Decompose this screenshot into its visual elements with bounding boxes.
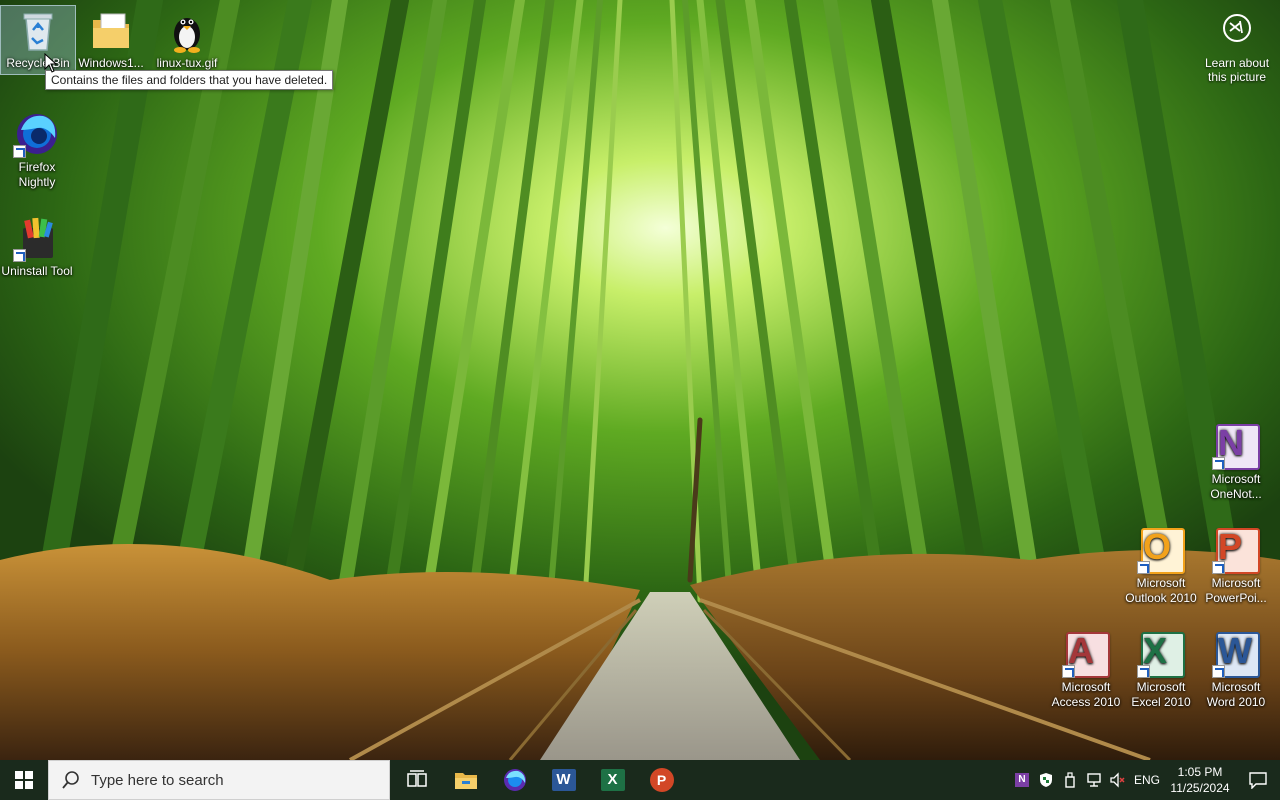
firefox-icon xyxy=(503,769,526,791)
folder-icon xyxy=(87,6,135,54)
network-icon xyxy=(1087,773,1101,787)
powerpoint-letter: P xyxy=(656,772,667,788)
action-center-button[interactable] xyxy=(1236,760,1280,800)
desktop-icon-uninstall-tool[interactable]: Uninstall Tool xyxy=(0,214,74,279)
shortcut-arrow-icon xyxy=(1062,665,1075,678)
notification-icon xyxy=(1249,772,1267,789)
shield-icon xyxy=(1040,773,1052,787)
excel-icon: X xyxy=(1137,630,1185,678)
mouse-cursor-icon xyxy=(44,52,58,73)
usb-device-icon xyxy=(1065,772,1075,788)
volume-muted-icon xyxy=(1110,772,1125,788)
desktop-icon-outlook[interactable]: O Microsoft Outlook 2010 xyxy=(1124,526,1198,606)
excel-icon: X xyxy=(600,769,625,791)
powerpoint-icon: P xyxy=(649,768,674,792)
word-icon: W xyxy=(1212,630,1260,678)
shortcut-arrow-icon xyxy=(13,249,26,262)
camera-icon xyxy=(1223,14,1251,42)
desktop-icon-linux-tux[interactable]: linux-tux.gif xyxy=(150,6,224,71)
file-explorer-icon xyxy=(454,773,477,789)
word-icon: W xyxy=(551,769,576,791)
tray-usb[interactable] xyxy=(1058,760,1082,800)
task-view-icon xyxy=(406,770,427,787)
tray-security[interactable] xyxy=(1034,760,1058,800)
taskbar-file-explorer[interactable] xyxy=(441,760,490,800)
powerpoint-icon: P xyxy=(1212,526,1260,574)
taskbar: W X P N xyxy=(0,760,1280,800)
desktop-icon-excel[interactable]: X Microsoft Excel 2010 xyxy=(1124,630,1198,710)
system-tray: N ENG 1:05 PM 11/25/2024 xyxy=(1010,760,1280,800)
desktop-icon-label: Uninstall Tool xyxy=(1,264,73,278)
shortcut-arrow-icon xyxy=(1137,665,1150,678)
onenote-icon: N xyxy=(1015,773,1029,787)
clock-time: 1:05 PM xyxy=(1177,765,1223,779)
shortcut-arrow-icon xyxy=(1212,561,1225,574)
desktop-icon-label: Microsoft OneNot... xyxy=(1210,472,1262,501)
language-indicator[interactable]: ENG xyxy=(1130,773,1164,787)
outlook-icon: O xyxy=(1137,526,1185,574)
desktop-icon-label: linux-tux.gif xyxy=(156,56,218,70)
shortcut-arrow-icon xyxy=(1212,457,1225,470)
uninstall-tool-icon xyxy=(13,214,61,262)
desktop-icon-label: Recycle Bin xyxy=(6,56,70,70)
taskbar-powerpoint[interactable]: P xyxy=(637,760,686,800)
tray-onenote[interactable]: N xyxy=(1010,760,1034,800)
clock-date: 11/25/2024 xyxy=(1170,781,1230,795)
start-button[interactable] xyxy=(0,760,48,800)
tray-network[interactable] xyxy=(1082,760,1106,800)
task-view-button[interactable] xyxy=(392,760,441,800)
access-icon: A xyxy=(1062,630,1110,678)
shortcut-arrow-icon xyxy=(1212,665,1225,678)
desktop-icon-windows-folder[interactable]: Windows1... xyxy=(74,6,148,71)
desktop-icon-recycle-bin[interactable]: Recycle Bin xyxy=(0,5,76,75)
desktop-icon-label: Microsoft PowerPoi... xyxy=(1205,576,1267,605)
desktop-icon-label: Microsoft Outlook 2010 xyxy=(1125,576,1197,605)
excel-letter: X xyxy=(607,771,618,788)
search-input[interactable] xyxy=(89,770,373,790)
penguin-icon xyxy=(163,6,211,54)
desktop-icon-label: Windows1... xyxy=(78,56,144,70)
firefox-nightly-icon xyxy=(13,110,61,158)
onenote-icon: N xyxy=(1212,422,1260,470)
recycle-bin-tooltip: Contains the files and folders that you … xyxy=(45,70,334,90)
learn-about-picture-label: Learn about this picture xyxy=(1204,56,1270,84)
tray-volume[interactable] xyxy=(1106,760,1130,800)
desktop-icon-label: Microsoft Word 2010 xyxy=(1206,680,1266,709)
recycle-bin-icon xyxy=(14,6,62,54)
learn-about-picture[interactable]: Learn about this picture xyxy=(1198,14,1276,84)
desktop-icon-firefox-nightly[interactable]: Firefox Nightly xyxy=(0,110,74,190)
shortcut-arrow-icon xyxy=(13,145,26,158)
windows-logo-icon xyxy=(15,771,33,789)
shortcut-arrow-icon xyxy=(1137,561,1150,574)
word-letter: W xyxy=(556,771,571,788)
taskbar-excel[interactable]: X xyxy=(588,760,637,800)
desktop-icon-label: Microsoft Excel 2010 xyxy=(1131,680,1191,709)
desktop-icon-access[interactable]: A Microsoft Access 2010 xyxy=(1049,630,1123,710)
desktop-icon-word[interactable]: W Microsoft Word 2010 xyxy=(1199,630,1273,710)
desktop-icon-label: Firefox Nightly xyxy=(18,160,56,189)
desktop-icon-powerpoint[interactable]: P Microsoft PowerPoi... xyxy=(1199,526,1273,606)
taskbar-search-box[interactable] xyxy=(48,760,390,800)
clock[interactable]: 1:05 PM 11/25/2024 xyxy=(1164,764,1236,796)
desktop-icon-onenote[interactable]: N Microsoft OneNot... xyxy=(1199,422,1273,502)
taskbar-firefox[interactable] xyxy=(490,760,539,800)
taskbar-word[interactable]: W xyxy=(539,760,588,800)
desktop-icon-label: Microsoft Access 2010 xyxy=(1051,680,1121,709)
search-icon xyxy=(61,770,81,790)
